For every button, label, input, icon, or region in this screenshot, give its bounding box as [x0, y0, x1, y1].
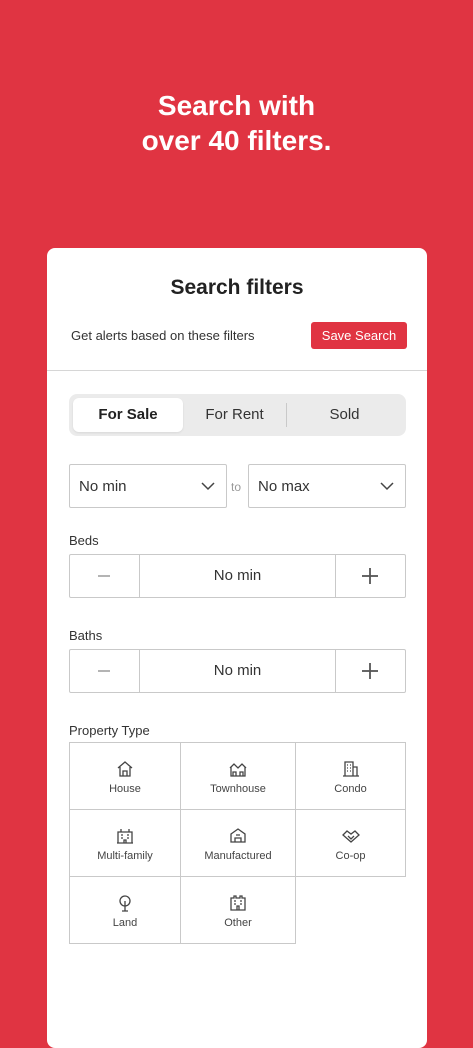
property-type-label-co-op: Co-op — [335, 850, 366, 862]
plus-icon — [362, 568, 378, 584]
tab-for-sale[interactable]: For Sale — [73, 398, 183, 432]
price-min-value: No min — [79, 478, 127, 495]
headline: Search with over 40 filters. — [0, 88, 473, 158]
manufactured-icon — [230, 828, 246, 843]
baths-stepper: No min — [69, 649, 406, 693]
beds-decrement-button[interactable] — [70, 555, 140, 597]
co-op-icon — [341, 830, 360, 843]
baths-label: Baths — [69, 628, 103, 643]
property-type-label-house: House — [109, 783, 141, 795]
baths-increment-button[interactable] — [335, 650, 405, 692]
minus-icon — [98, 575, 110, 577]
other-icon — [230, 895, 246, 911]
property-type-label-multi-family: Multi-family — [97, 850, 153, 862]
property-type-co-op[interactable]: Co-op — [295, 809, 406, 877]
alerts-text: Get alerts based on these filters — [71, 328, 255, 343]
property-type-townhouse[interactable]: Townhouse — [180, 742, 296, 810]
save-search-button[interactable]: Save Search — [311, 322, 407, 349]
price-max-select[interactable]: No max — [248, 464, 406, 508]
property-type-label-other: Other — [224, 917, 252, 929]
beds-increment-button[interactable] — [335, 555, 405, 597]
minus-icon — [98, 670, 110, 672]
house-icon — [117, 761, 133, 777]
chevron-down-icon — [380, 482, 394, 491]
search-filters-card: Search filters Get alerts based on these… — [47, 248, 427, 1048]
property-type-label-manufactured: Manufactured — [204, 850, 272, 862]
property-type-condo[interactable]: Condo — [295, 742, 406, 810]
property-type-other[interactable]: Other — [180, 876, 296, 944]
multi-family-icon — [117, 829, 133, 844]
property-type-label: Property Type — [69, 723, 150, 738]
beds-label: Beds — [69, 533, 99, 548]
price-max-value: No max — [258, 478, 310, 495]
property-type-land[interactable]: Land — [69, 876, 181, 944]
beds-value: No min — [213, 567, 262, 584]
townhouse-icon — [229, 763, 247, 777]
baths-decrement-button[interactable] — [70, 650, 140, 692]
price-separator: to — [231, 480, 242, 494]
listing-type-tabs: For Sale For Rent Sold — [69, 394, 406, 436]
header-divider — [47, 370, 427, 371]
property-type-label-townhouse: Townhouse — [210, 783, 266, 795]
property-type-grid: House Townhouse Condo Multi-family Manuf… — [69, 742, 406, 946]
property-type-house[interactable]: House — [69, 742, 181, 810]
property-type-manufactured[interactable]: Manufactured — [180, 809, 296, 877]
baths-value: No min — [213, 662, 262, 679]
tab-for-rent[interactable]: For Rent — [183, 398, 286, 432]
property-type-multi-family[interactable]: Multi-family — [69, 809, 181, 877]
land-icon — [119, 895, 131, 912]
card-title: Search filters — [170, 276, 304, 299]
tab-sold[interactable]: Sold — [287, 398, 402, 432]
chevron-down-icon — [201, 482, 215, 491]
plus-icon — [362, 663, 378, 679]
property-type-label-land: Land — [112, 917, 138, 929]
property-type-label-condo: Condo — [334, 783, 367, 795]
beds-stepper: No min — [69, 554, 406, 598]
price-min-select[interactable]: No min — [69, 464, 227, 508]
headline-line-1: Search with — [157, 90, 316, 121]
headline-line-2: over 40 filters. — [141, 125, 332, 156]
condo-icon — [342, 761, 359, 777]
